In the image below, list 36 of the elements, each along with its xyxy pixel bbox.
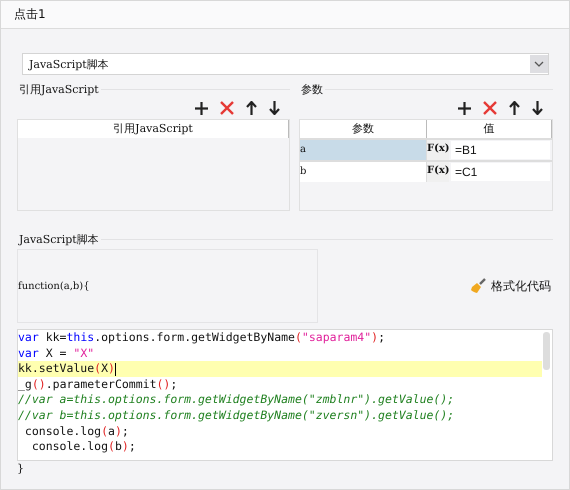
- parameter-name-cell[interactable]: b: [300, 162, 427, 182]
- delete-icon[interactable]: [483, 101, 497, 115]
- code-line: console.log(a);: [24, 424, 130, 440]
- formula-button[interactable]: F(x): [427, 140, 449, 160]
- arrow-down-icon[interactable]: [269, 101, 280, 115]
- column-header: 引用JavaScript: [18, 120, 289, 138]
- section-title: 参数: [300, 82, 323, 96]
- function-closing-brace: }: [17, 462, 24, 475]
- code-line: var X = "X": [18, 346, 96, 362]
- script-type-dropdown[interactable]: JavaScript脚本: [22, 53, 549, 75]
- function-signature: function(a,b){: [18, 280, 90, 292]
- broom-icon: [470, 278, 486, 294]
- formula-button[interactable]: F(x): [427, 162, 449, 182]
- arrow-up-icon[interactable]: [509, 101, 520, 115]
- arrow-up-icon[interactable]: [246, 101, 257, 115]
- delete-icon[interactable]: [220, 101, 234, 115]
- parameter-value-field[interactable]: =B1: [451, 141, 550, 159]
- code-line: var kk=this.options.form.getWidgetByName("saparam4");: [18, 330, 386, 346]
- section-title: JavaScript脚本: [17, 232, 99, 246]
- parameter-name-cell[interactable]: a: [300, 140, 427, 160]
- chevron-down-icon[interactable]: [530, 55, 548, 73]
- column-header: 参数: [300, 120, 427, 138]
- column-header: 值: [427, 120, 552, 138]
- arrow-down-icon[interactable]: [532, 101, 543, 115]
- code-line: _g().parameterCommit();: [18, 376, 178, 392]
- code-line: //var b=this.options.form.getWidgetByName("zversn").getValue();: [18, 408, 456, 424]
- code-line: //var a=this.options.form.getWidgetByName("zmblnr").getValue();: [18, 392, 456, 408]
- scrollbar-thumb[interactable]: [543, 332, 550, 370]
- code-line: console.log(b);: [30, 439, 137, 455]
- add-icon[interactable]: [458, 102, 471, 114]
- format-code-button[interactable]: 格式化代码: [468, 276, 553, 296]
- window-title: 点击1: [14, 6, 46, 23]
- parameter-value-field[interactable]: =C1: [451, 163, 550, 181]
- section-title: 引用JavaScript: [18, 82, 99, 96]
- add-icon[interactable]: [195, 102, 208, 114]
- code-editor[interactable]: [17, 329, 553, 461]
